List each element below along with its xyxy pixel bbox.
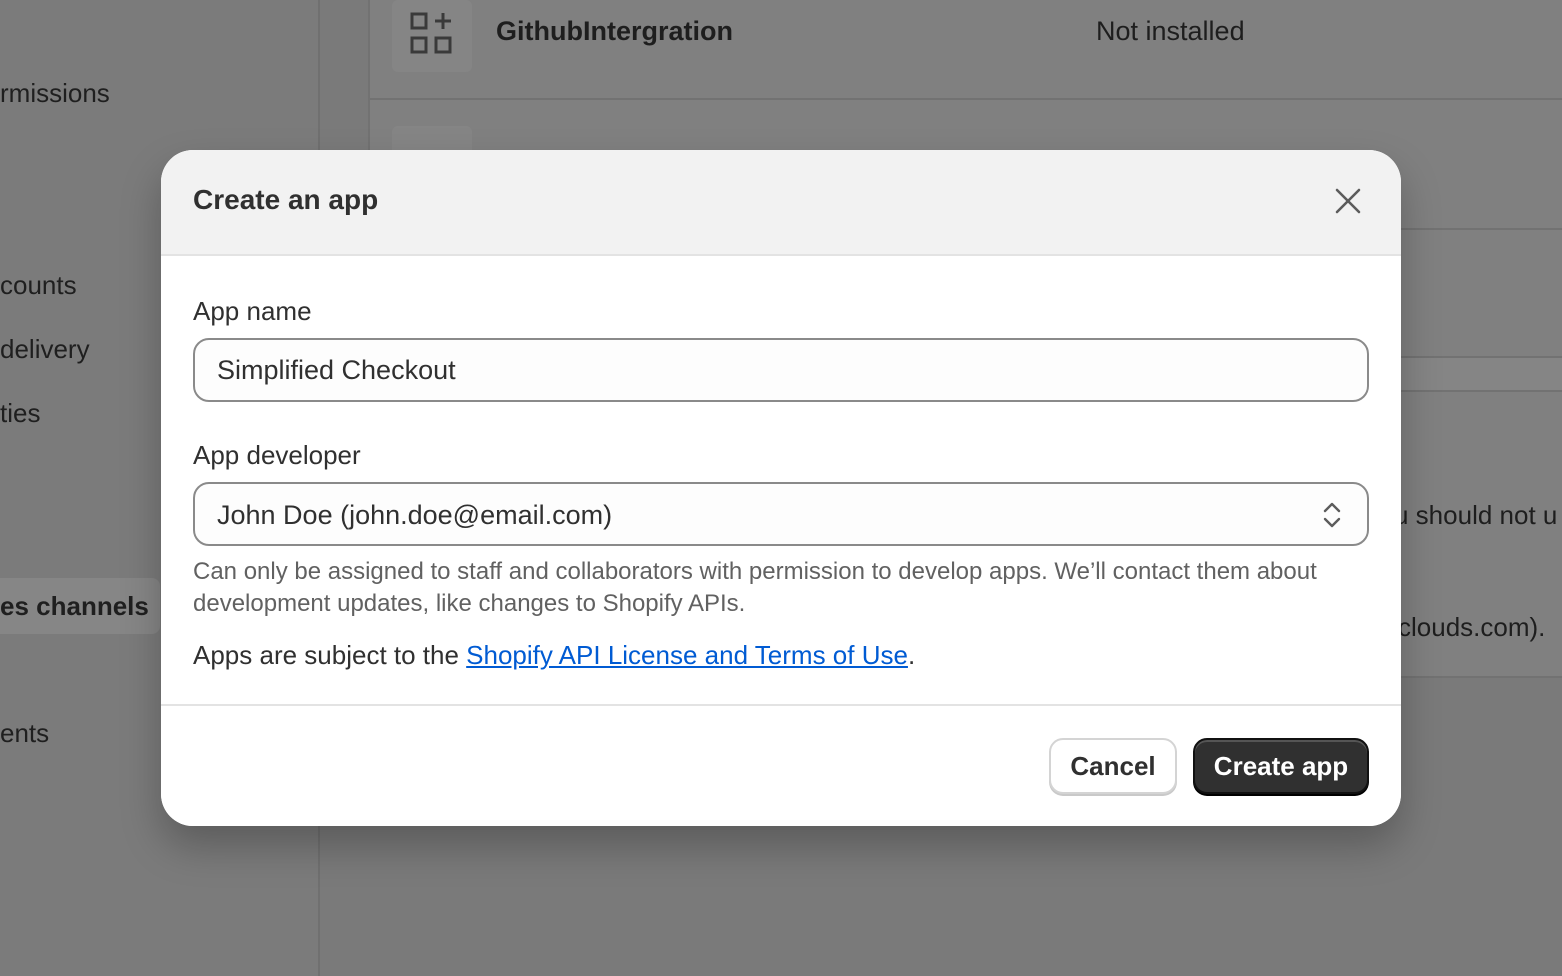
terms-link[interactable]: Shopify API License and Terms of Use xyxy=(466,640,908,670)
app-name-githubintegration[interactable]: GithubIntergration xyxy=(496,16,733,47)
terms-suffix: . xyxy=(907,640,916,670)
modal-title: Create an app xyxy=(193,184,379,215)
app-name-input[interactable] xyxy=(193,338,1369,402)
app-developer-label: App developer xyxy=(193,440,361,470)
info-text-line: u should not u xyxy=(1394,500,1558,530)
terms-notice: Apps are subject to the Shopify API Lice… xyxy=(193,640,915,671)
modal-body: App name App developer John Doe (john.do… xyxy=(161,256,1401,704)
app-developer-selected-value: John Doe (john.doe@email.com) xyxy=(217,500,613,530)
app-developer-select[interactable]: John Doe (john.doe@email.com) xyxy=(193,482,1369,546)
sidebar-item-accounts[interactable]: counts xyxy=(0,270,77,301)
terms-prefix: Apps are subject to the xyxy=(193,640,467,670)
sidebar-item-delivery[interactable]: delivery xyxy=(0,334,90,365)
close-button[interactable] xyxy=(1331,184,1365,218)
info-text-line: clouds.com). xyxy=(1398,612,1546,642)
app-grid-icon xyxy=(392,0,472,72)
app-developer-help-text: Can only be assigned to staff and collab… xyxy=(193,558,1317,617)
modal-header: Create an app xyxy=(161,150,1401,256)
sidebar-item-payments[interactable]: ents xyxy=(0,718,49,749)
sidebar-item-sales-channels[interactable]: es channels xyxy=(0,578,160,634)
cancel-button[interactable]: Cancel xyxy=(1049,738,1177,794)
app-install-status: Not installed xyxy=(1096,16,1245,46)
create-app-modal: Create an app App name App developer Joh… xyxy=(161,150,1401,826)
app-list-divider xyxy=(368,98,1562,100)
sidebar-item-permissions[interactable]: rmissions xyxy=(0,78,110,109)
chevron-up-down-icon xyxy=(1323,502,1341,528)
create-app-button[interactable]: Create app xyxy=(1193,738,1369,794)
app-name-label: App name xyxy=(193,296,312,326)
modal-footer: Cancel Create app xyxy=(161,704,1401,826)
sidebar-item-properties[interactable]: ties xyxy=(0,398,40,429)
close-icon xyxy=(1335,188,1361,214)
